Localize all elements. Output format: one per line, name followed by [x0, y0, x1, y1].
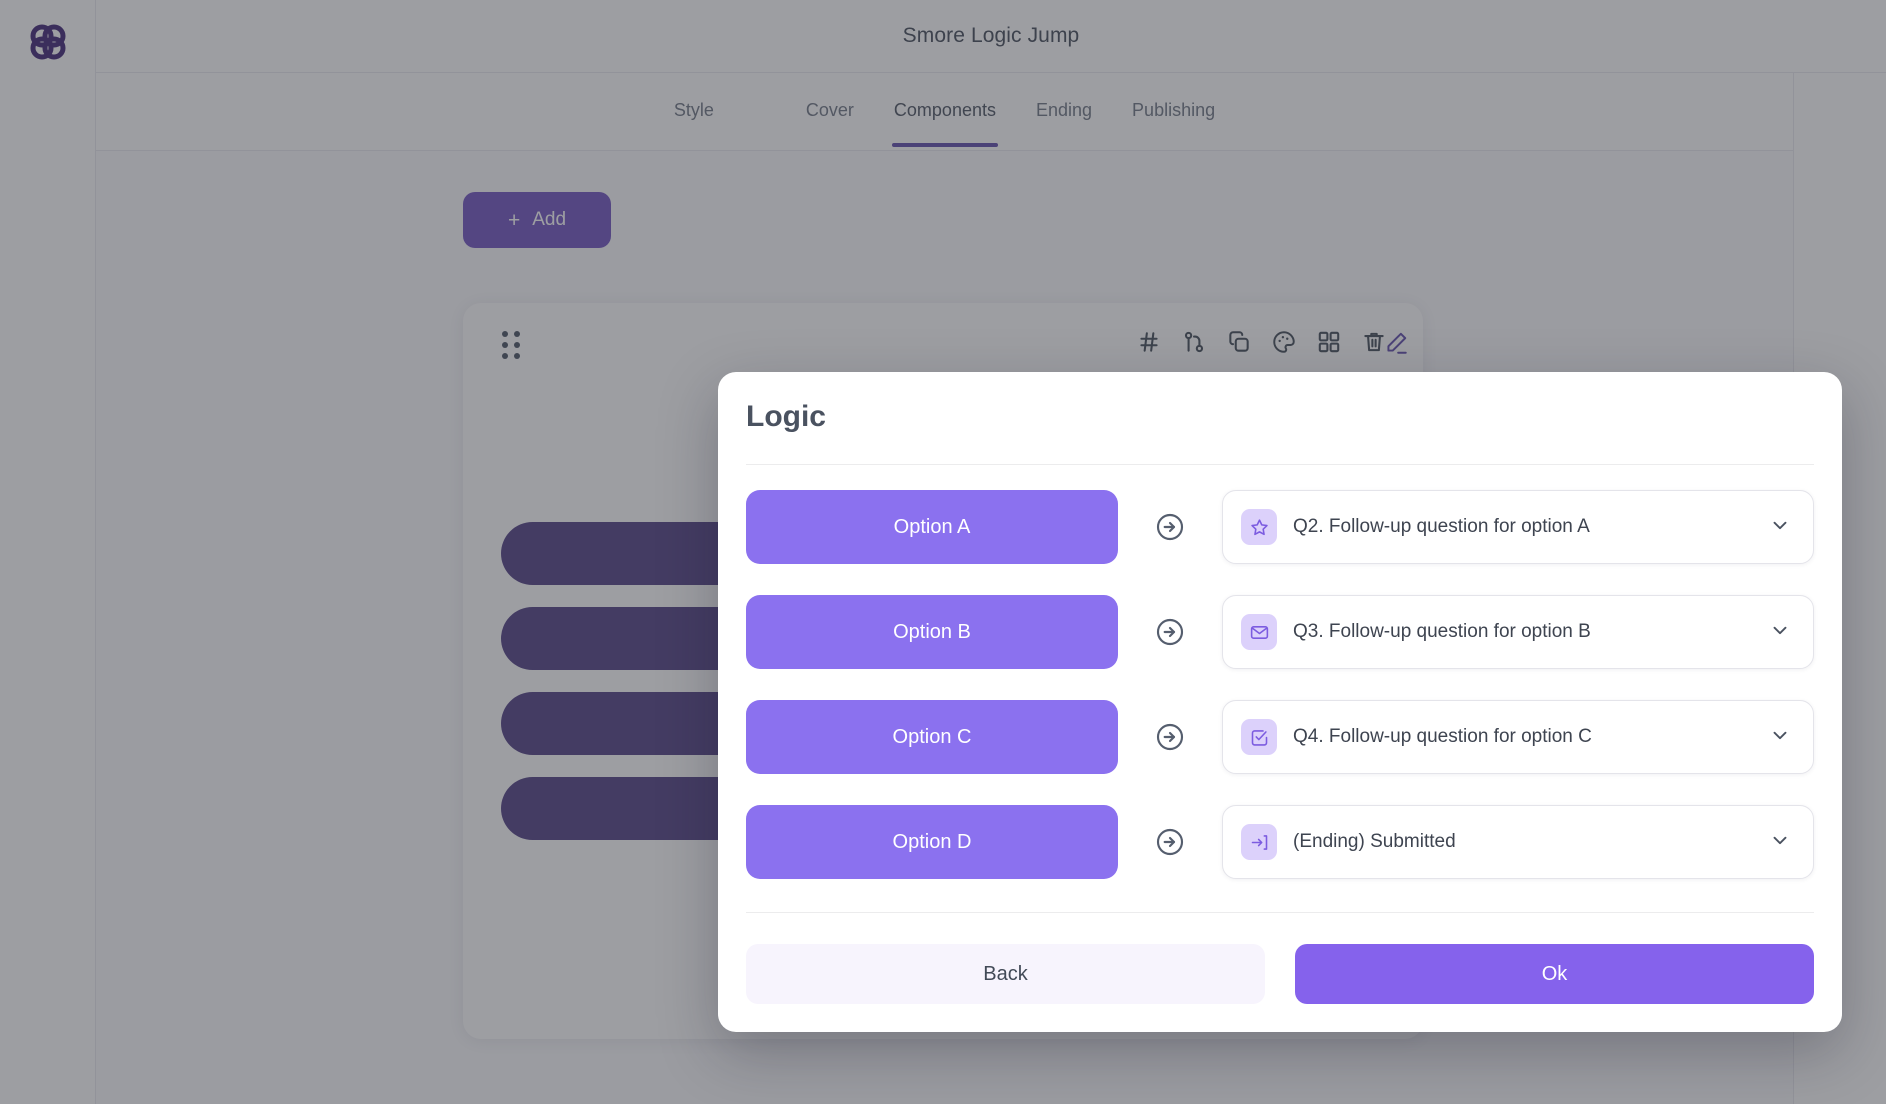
arrow-right-circle-icon [1118, 826, 1222, 858]
divider [746, 912, 1814, 913]
ok-button[interactable]: Ok [1295, 944, 1814, 1004]
chevron-down-icon[interactable] [1769, 829, 1791, 856]
exit-arrow-icon [1241, 824, 1277, 860]
modal-title: Logic [746, 400, 826, 433]
target-select-d[interactable]: (Ending) Submitted [1222, 805, 1814, 879]
option-pill-b[interactable]: Option B [746, 595, 1118, 669]
table-row: Option C Q4. Follow-up question for opti… [746, 700, 1814, 774]
arrow-right-circle-icon [1118, 721, 1222, 753]
logic-rows: Option A Q2. Follow-up question for opti… [746, 490, 1814, 910]
target-label: Q4. Follow-up question for option C [1293, 726, 1592, 747]
chevron-down-icon[interactable] [1769, 514, 1791, 541]
star-icon [1241, 509, 1277, 545]
envelope-icon [1241, 614, 1277, 650]
target-select-a[interactable]: Q2. Follow-up question for option A [1222, 490, 1814, 564]
back-button[interactable]: Back [746, 944, 1265, 1004]
target-select-b[interactable]: Q3. Follow-up question for option B [1222, 595, 1814, 669]
target-label: Q2. Follow-up question for option A [1293, 516, 1590, 537]
table-row: Option A Q2. Follow-up question for opti… [746, 490, 1814, 564]
app-root: Smore Logic Jump Style Cover Components … [0, 0, 1886, 1104]
target-label: (Ending) Submitted [1293, 831, 1456, 852]
chevron-down-icon[interactable] [1769, 724, 1791, 751]
option-pill-c[interactable]: Option C [746, 700, 1118, 774]
table-row: Option B Q3. Follow-up question for opti… [746, 595, 1814, 669]
arrow-right-circle-icon [1118, 616, 1222, 648]
arrow-right-circle-icon [1118, 511, 1222, 543]
target-label: Q3. Follow-up question for option B [1293, 621, 1591, 642]
chevron-down-icon[interactable] [1769, 619, 1791, 646]
logic-modal: Logic Option A Q2. Follow-up question fo… [718, 372, 1842, 1032]
checkbox-check-icon [1241, 719, 1277, 755]
modal-footer: Back Ok [746, 944, 1814, 1004]
option-pill-a[interactable]: Option A [746, 490, 1118, 564]
target-select-c[interactable]: Q4. Follow-up question for option C [1222, 700, 1814, 774]
option-pill-d[interactable]: Option D [746, 805, 1118, 879]
table-row: Option D (Ending) Submitted [746, 805, 1814, 879]
divider [746, 464, 1814, 465]
